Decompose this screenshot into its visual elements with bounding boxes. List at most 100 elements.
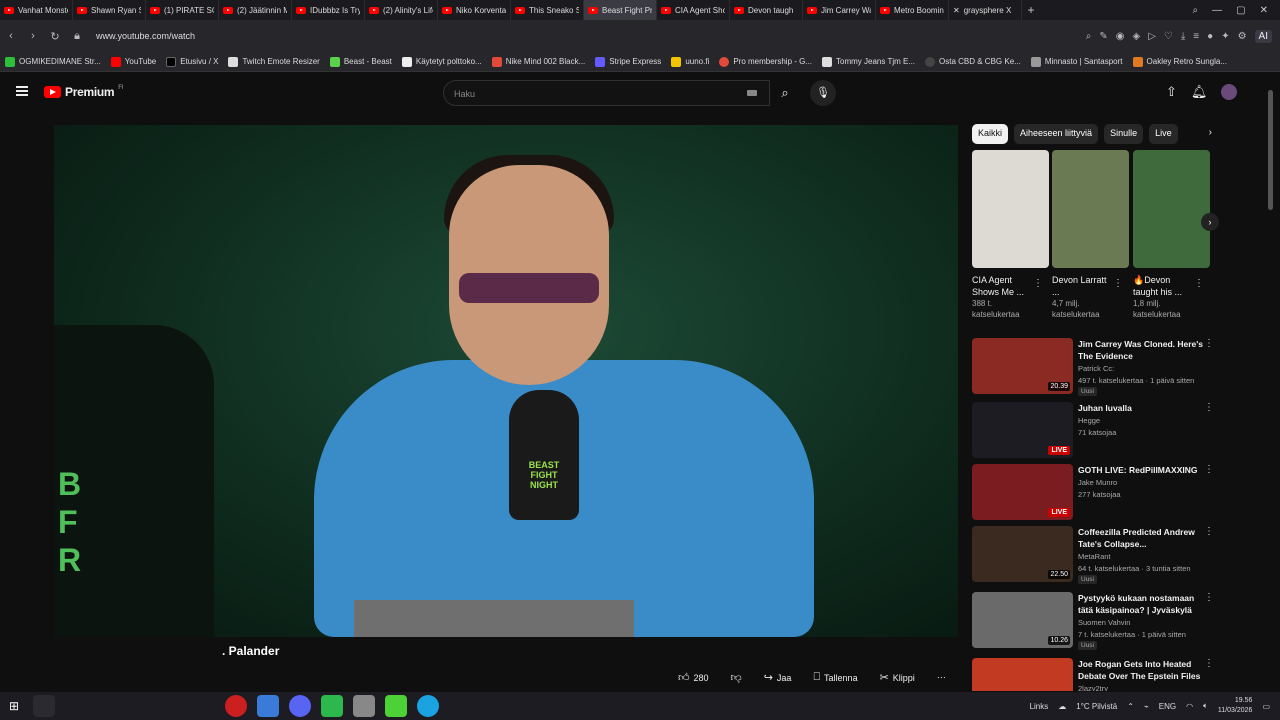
url-field[interactable]: www.youtube.com/watch <box>96 31 195 41</box>
list-item[interactable]: 22.50 Coffeezilla Predicted Andrew Tate'… <box>972 524 1222 584</box>
bookmark[interactable]: Osta CBD & CBG Ke... <box>920 56 1026 67</box>
short-item[interactable]: Devon Larratt ... 4,7 milj. katselukerta… <box>1052 150 1129 330</box>
bookmark[interactable]: Twitch Emote Resizer <box>223 56 324 67</box>
app-icon[interactable] <box>353 695 375 717</box>
app-icon[interactable] <box>257 695 279 717</box>
bookmark[interactable]: Pro membership - G... <box>714 56 817 67</box>
more-vert-icon[interactable]: ⋮ <box>1033 278 1043 289</box>
app-icon[interactable] <box>321 695 343 717</box>
more-actions-button[interactable]: ⋯ <box>931 669 952 686</box>
forward-icon[interactable]: › <box>22 30 44 42</box>
new-tab-button[interactable]: + <box>1022 3 1040 17</box>
profile-icon[interactable]: ● <box>1207 31 1213 42</box>
network-icon[interactable]: ⌁ <box>1144 702 1149 711</box>
lock-icon[interactable]: 🔒︎ <box>66 30 88 43</box>
search-input[interactable]: Haku <box>443 80 770 106</box>
bookmark[interactable]: YouTube <box>106 56 161 67</box>
windows-start-icon[interactable]: ⊞ <box>0 699 28 713</box>
youtube-premium-logo[interactable]: Premium FI <box>44 85 124 99</box>
bookmark[interactable]: Tommy Jeans Tjm E... <box>817 56 920 67</box>
microphone-icon[interactable]: 🎙︎ <box>810 80 836 106</box>
volume-icon[interactable]: 🔈︎ <box>1203 701 1208 711</box>
more-vert-icon[interactable]: ⋮ <box>1194 278 1204 289</box>
wifi-icon[interactable]: ◠ <box>1186 702 1193 711</box>
short-item[interactable]: CIA Agent Shows Me ... 388 t. katseluker… <box>972 150 1049 330</box>
bookmark[interactable]: Minnasto | Santasport <box>1026 56 1128 67</box>
chevron-up-icon[interactable]: ⌃ <box>1127 702 1134 711</box>
browser-tab[interactable]: IDubbbz Is Tryi <box>292 0 365 20</box>
menu-icon[interactable]: ≡ <box>1193 31 1199 42</box>
list-item[interactable]: 10.26 Pystyykö kukaan nostamaan tätä käs… <box>972 590 1222 650</box>
search-icon[interactable]: ⌕ <box>1086 31 1092 42</box>
more-vert-icon[interactable]: ⋮ <box>1204 658 1214 669</box>
notifications-icon[interactable]: ▭ <box>1262 702 1270 711</box>
maximize-icon[interactable]: ▢ <box>1236 5 1245 16</box>
search-button[interactable]: ⌕ <box>770 80 800 106</box>
chevron-right-icon[interactable]: › <box>1209 124 1212 144</box>
reload-icon[interactable]: ↻ <box>44 30 66 43</box>
browser-tab[interactable]: Jim Carrey Wa <box>803 0 876 20</box>
weather-text[interactable]: 1°C Pilvistä <box>1076 702 1117 711</box>
list-item[interactable]: LIVE Juhan luvalla Hegge 71 katsojaa ⋮ <box>972 400 1222 460</box>
play-icon[interactable]: ▷ <box>1148 31 1156 42</box>
avatar[interactable] <box>1221 84 1238 100</box>
list-item[interactable]: LIVE GOTH LIVE: RedPillMAXXING Jake Munr… <box>972 462 1222 522</box>
app-icon[interactable] <box>385 695 407 717</box>
browser-tab[interactable]: Niko Korventa <box>438 0 511 20</box>
clock[interactable]: 19.56 11/03/2026 <box>1218 696 1253 716</box>
browser-tab[interactable]: (2) Jäätinnin M <box>219 0 292 20</box>
dislike-button[interactable]: 👎︎ <box>725 668 748 687</box>
share-button[interactable]: ↪ Jaa <box>758 668 798 687</box>
scrollbar[interactable] <box>1268 80 1274 690</box>
more-vert-icon[interactable]: ⋮ <box>1204 338 1214 349</box>
shorts-next-icon[interactable]: › <box>1201 213 1219 231</box>
like-button[interactable]: 👍︎ 280 <box>672 668 715 687</box>
language-label[interactable]: ENG <box>1159 702 1176 711</box>
browser-tab[interactable]: Vanhat Monste <box>0 0 73 20</box>
browser-tab[interactable]: (1) PIRATE SOFT <box>146 0 219 20</box>
weather-cloud-icon[interactable]: ☁ <box>1058 702 1066 711</box>
bookmark[interactable]: Beast - Beast <box>325 56 397 67</box>
heart-icon[interactable]: ♡ <box>1164 31 1173 42</box>
browser-tab[interactable]: CIA Agent Show <box>657 0 730 20</box>
minimize-icon[interactable]: — <box>1212 5 1222 16</box>
bookmark[interactable]: Nike Mind 002 Black... <box>487 56 591 67</box>
clip-button[interactable]: ✂ Klippi <box>874 668 921 687</box>
bookmark[interactable]: Stripe Express <box>590 56 666 67</box>
settings-icon[interactable]: ⚙ <box>1238 31 1247 42</box>
keyboard-icon[interactable] <box>747 90 757 96</box>
bookmark[interactable]: Käytetyt polttoko... <box>397 56 487 67</box>
close-icon[interactable]: ✕ <box>1260 5 1268 16</box>
search-tabs-icon[interactable]: ⌕ <box>1193 5 1199 16</box>
short-item[interactable]: 🔥Devon taught his ... 1,8 milj. katseluk… <box>1133 150 1210 330</box>
download-icon[interactable]: ⤓ <box>1181 31 1185 42</box>
more-vert-icon[interactable]: ⋮ <box>1204 402 1214 413</box>
notifications-bell-icon[interactable]: 🔔︎ <box>1191 84 1208 100</box>
browser-tab[interactable]: ✕ graysphere X <box>949 0 1022 20</box>
edit-icon[interactable]: ✎ <box>1099 31 1107 42</box>
chip-for-you[interactable]: Sinulle <box>1104 124 1144 144</box>
list-item[interactable]: Joe Rogan Gets Into Heated Debate Over T… <box>972 656 1222 691</box>
video-player[interactable]: BFR BEAST FIGHT NIGHT <box>54 125 958 637</box>
shield-icon[interactable]: ◈ <box>1133 31 1141 42</box>
hamburger-menu-icon[interactable] <box>16 86 28 96</box>
upload-icon[interactable]: ⇧ <box>1166 84 1177 100</box>
list-item[interactable]: 20.39 Jim Carrey Was Cloned. Here's The … <box>972 336 1222 396</box>
chip-related[interactable]: Aiheeseen liittyviä <box>1014 124 1099 144</box>
more-vert-icon[interactable]: ⋮ <box>1204 592 1214 603</box>
save-button[interactable]: ⎕ Tallenna <box>807 668 863 687</box>
edge-icon[interactable] <box>417 695 439 717</box>
extension-icon[interactable]: ✦ <box>1221 31 1229 42</box>
chip-live[interactable]: Live <box>1149 124 1178 144</box>
discord-icon[interactable] <box>289 695 311 717</box>
bookmark[interactable]: Oakley Retro Sungla... <box>1128 56 1232 67</box>
links-label[interactable]: Links <box>1030 702 1049 711</box>
opera-icon[interactable] <box>225 695 247 717</box>
browser-tab[interactable]: Shawn Ryan Sh <box>73 0 146 20</box>
browser-tab-active[interactable]: Beast Fight Press | Val <box>584 0 657 20</box>
ai-button[interactable]: AI <box>1254 29 1272 43</box>
bookmark[interactable]: OGMIKEDIMANE Str... <box>0 56 106 67</box>
more-vert-icon[interactable]: ⋮ <box>1113 278 1123 289</box>
more-vert-icon[interactable]: ⋮ <box>1204 464 1214 475</box>
camera-icon[interactable]: ◉ <box>1116 31 1125 42</box>
